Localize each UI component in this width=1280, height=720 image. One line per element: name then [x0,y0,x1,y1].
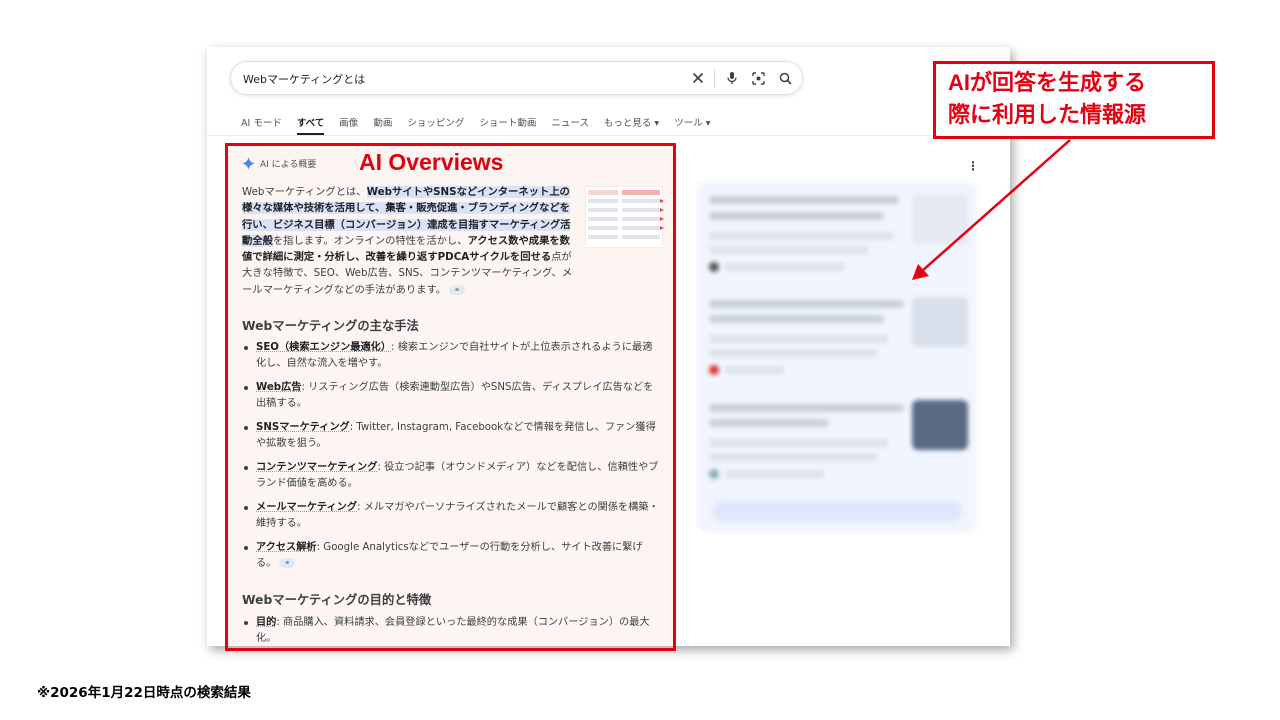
footnote: ※2026年1月22日時点の検索結果 [37,685,251,701]
callout-arrow [912,139,1071,280]
